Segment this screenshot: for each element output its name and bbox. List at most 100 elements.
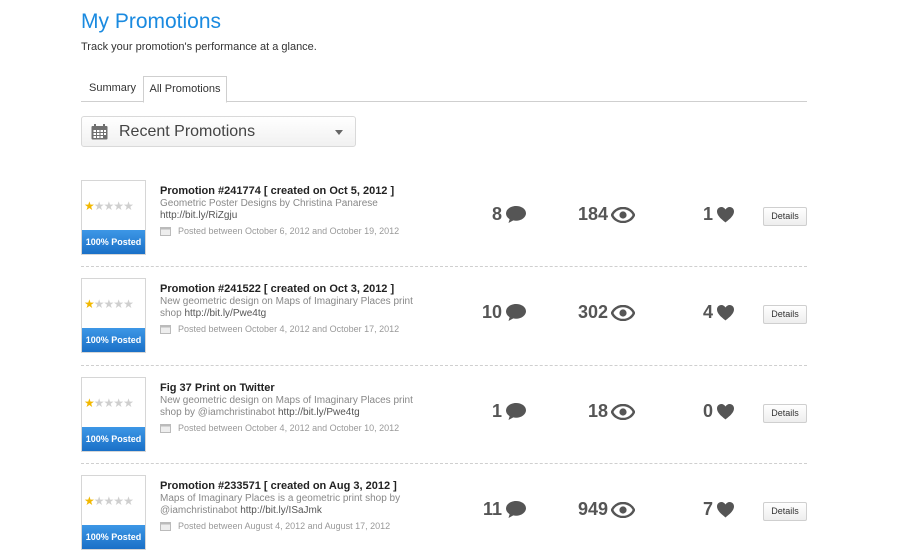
promotion-description: Geometric Poster Designs by Christina Pa… xyxy=(160,198,420,222)
promotion-info: Promotion #233571 [ created on Aug 3, 20… xyxy=(160,480,420,531)
views-count: 949 xyxy=(577,499,608,519)
posted-badge: 100% Posted xyxy=(82,230,145,254)
promotion-description-text: Geometric Poster Designs by Christina Pa… xyxy=(160,198,378,209)
promotion-thumbnail[interactable]: ★★★★★ 100% Posted xyxy=(81,475,146,550)
calendar-icon xyxy=(160,522,171,531)
star-empty-icon: ★ xyxy=(103,494,115,508)
eye-icon xyxy=(611,206,635,223)
row-divider xyxy=(81,463,807,464)
details-button[interactable]: Details xyxy=(763,305,807,324)
promotion-title: Promotion #241522 [ created on Oct 3, 20… xyxy=(160,283,395,295)
star-empty-icon: ★ xyxy=(93,396,105,410)
promotion-info: Promotion #241522 [ created on Oct 3, 20… xyxy=(160,283,420,334)
promotion-description: Maps of Imaginary Places is a geometric … xyxy=(160,493,420,517)
comments-stat: 1 xyxy=(492,401,527,422)
details-button[interactable]: Details xyxy=(763,207,807,226)
star-empty-icon: ★ xyxy=(123,494,134,508)
star-empty-icon: ★ xyxy=(103,297,115,311)
promotion-thumbnail[interactable]: ★★★★★ 100% Posted xyxy=(81,278,146,353)
posted-range: Posted between October 4, 2012 and Octob… xyxy=(160,423,420,433)
promotion-row: ★★★★★ 100% Posted Promotion #233571 [ crea… xyxy=(81,475,807,553)
views-count: 184 xyxy=(577,204,608,224)
views-stat: 18 xyxy=(588,401,635,422)
promotion-short-link[interactable]: http://bit.ly/Pwe4tg xyxy=(184,308,266,319)
dropdown-selected-value: Recent Promotions xyxy=(119,123,256,140)
posted-badge: 100% Posted xyxy=(82,427,145,451)
promotion-short-link[interactable]: http://bit.ly/RiZgju xyxy=(160,210,237,221)
comments-stat: 10 xyxy=(482,302,527,323)
rating-stars: ★★★★★ xyxy=(84,199,134,213)
star-filled-icon: ★ xyxy=(84,297,95,311)
promotion-short-link[interactable]: http://bit.ly/ISaJmk xyxy=(240,505,322,516)
calendar-icon xyxy=(91,124,108,140)
views-count: 302 xyxy=(577,302,608,322)
promotion-short-link[interactable]: http://bit.ly/Pwe4tg xyxy=(278,407,360,418)
promotion-title: Promotion #233571 [ created on Aug 3, 20… xyxy=(160,480,397,492)
posted-range-text: Posted between October 6, 2012 and Octob… xyxy=(178,226,400,236)
star-empty-icon: ★ xyxy=(123,396,134,410)
heart-icon xyxy=(717,207,734,223)
rating-stars: ★★★★★ xyxy=(84,297,134,311)
tab-all-promotions[interactable]: All Promotions xyxy=(143,76,227,103)
comment-icon xyxy=(506,501,526,518)
star-empty-icon: ★ xyxy=(93,494,105,508)
posted-badge: 100% Posted xyxy=(82,328,145,352)
comments-count: 11 xyxy=(482,499,502,519)
likes-count: 7 xyxy=(702,499,713,519)
rating-stars: ★★★★★ xyxy=(84,494,134,508)
promotions-filter-dropdown[interactable]: Recent Promotions xyxy=(81,116,356,147)
calendar-icon xyxy=(160,325,171,334)
posted-badge: 100% Posted xyxy=(82,525,145,549)
tab-summary[interactable]: Summary xyxy=(81,76,143,102)
likes-stat: 0 xyxy=(703,401,735,422)
promotion-info: Fig 37 Print on Twitter New geometric des… xyxy=(160,382,420,433)
eye-icon xyxy=(611,403,635,420)
comment-icon xyxy=(506,206,526,223)
posted-range-text: Posted between October 4, 2012 and Octob… xyxy=(178,423,400,433)
comments-count: 10 xyxy=(481,302,502,322)
star-empty-icon: ★ xyxy=(113,396,124,410)
tab-bar: Summary All Promotions xyxy=(81,76,807,103)
calendar-icon xyxy=(160,227,171,236)
heart-icon xyxy=(717,404,734,420)
star-empty-icon: ★ xyxy=(123,297,134,311)
posted-range: Posted between October 4, 2012 and Octob… xyxy=(160,324,420,334)
eye-icon xyxy=(611,501,635,518)
promotion-title: Promotion #241774 [ created on Oct 5, 20… xyxy=(160,185,395,197)
views-count: 18 xyxy=(587,401,608,421)
details-button[interactable]: Details xyxy=(763,502,807,521)
star-empty-icon: ★ xyxy=(103,199,115,213)
star-filled-icon: ★ xyxy=(84,396,95,410)
promotion-row: ★★★★★ 100% Posted Promotion #241522 [ crea… xyxy=(81,278,807,376)
comments-count: 1 xyxy=(491,401,502,421)
rating-stars: ★★★★★ xyxy=(84,396,134,410)
heart-icon xyxy=(717,305,734,321)
page-title: My Promotions xyxy=(81,10,222,33)
likes-count: 1 xyxy=(702,204,713,224)
star-filled-icon: ★ xyxy=(84,494,95,508)
likes-stat: 7 xyxy=(703,499,735,520)
page-subtitle: Track your promotion's performance at a … xyxy=(81,41,317,53)
details-button[interactable]: Details xyxy=(763,404,807,423)
row-divider xyxy=(81,365,807,366)
posted-range-text: Posted between October 4, 2012 and Octob… xyxy=(178,324,400,334)
promotion-thumbnail[interactable]: ★★★★★ 100% Posted xyxy=(81,377,146,452)
row-divider xyxy=(81,266,807,267)
heart-icon xyxy=(717,502,734,518)
likes-count: 0 xyxy=(702,401,713,421)
likes-stat: 4 xyxy=(703,302,735,323)
star-empty-icon: ★ xyxy=(93,297,105,311)
comments-count: 8 xyxy=(491,204,502,224)
promotion-title: Fig 37 Print on Twitter xyxy=(160,382,275,394)
star-empty-icon: ★ xyxy=(113,297,124,311)
promotion-info: Promotion #241774 [ created on Oct 5, 20… xyxy=(160,185,420,236)
promotion-row: ★★★★★ 100% Posted Promotion #241774 [ crea… xyxy=(81,180,807,278)
promotion-thumbnail[interactable]: ★★★★★ 100% Posted xyxy=(81,180,146,255)
promotion-description: New geometric design on Maps of Imaginar… xyxy=(160,296,420,320)
chevron-down-icon xyxy=(335,130,343,135)
comment-icon xyxy=(506,304,526,321)
star-empty-icon: ★ xyxy=(123,199,134,213)
likes-count: 4 xyxy=(702,302,713,322)
promotion-description: New geometric design on Maps of Imaginar… xyxy=(160,395,420,419)
star-filled-icon: ★ xyxy=(84,199,95,213)
